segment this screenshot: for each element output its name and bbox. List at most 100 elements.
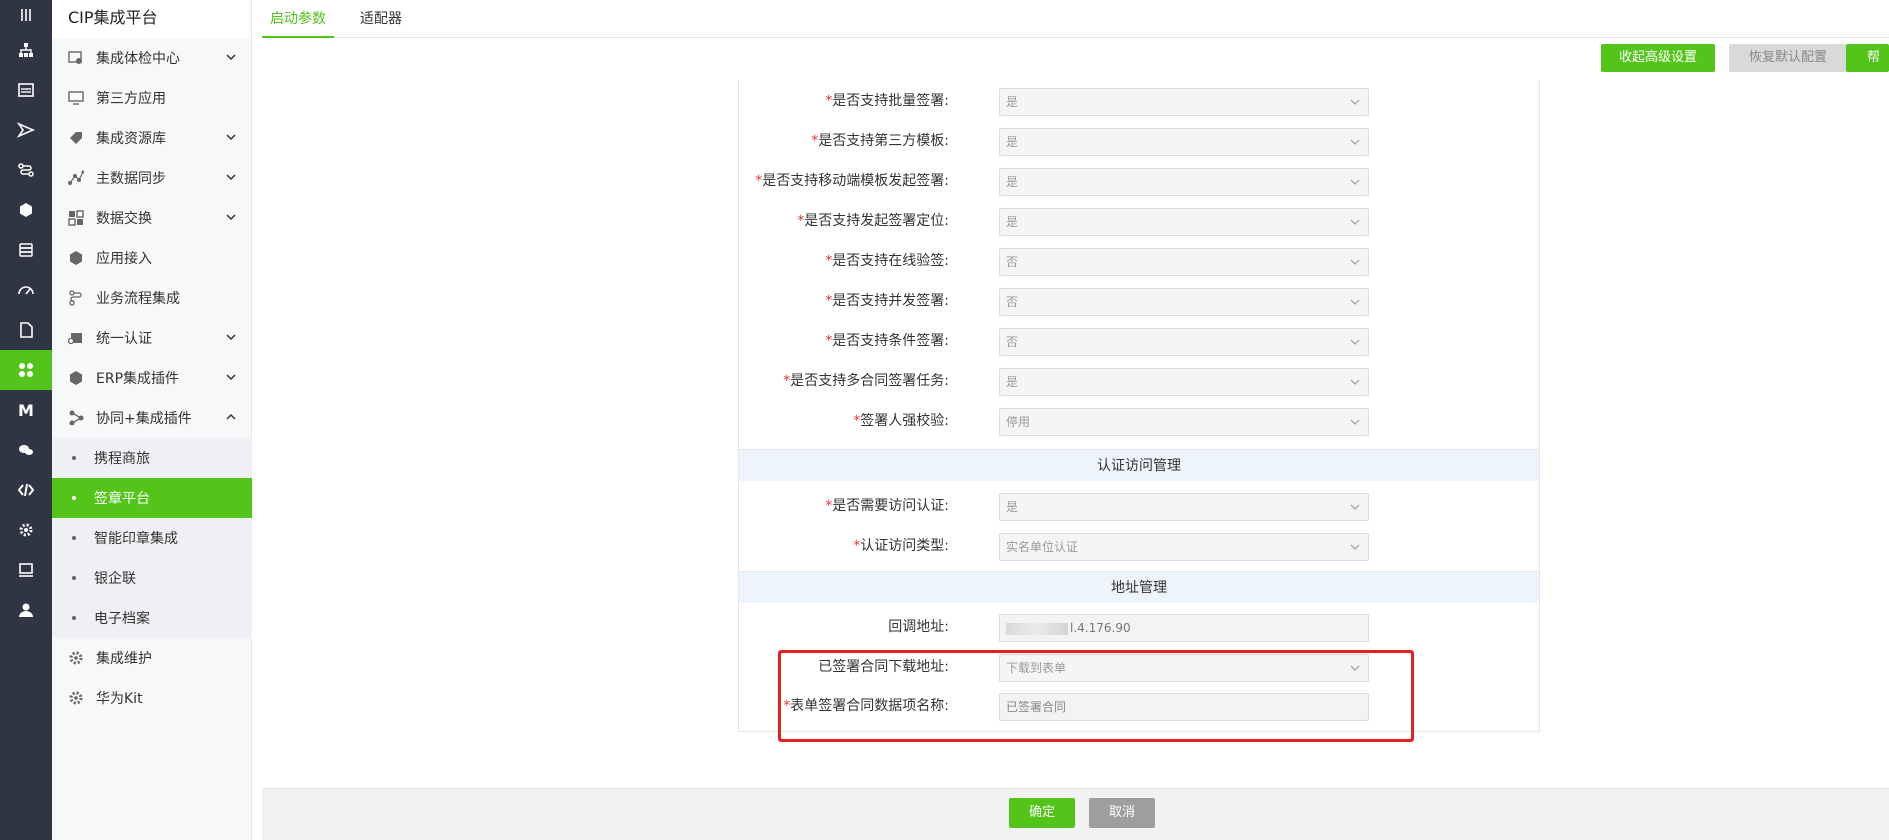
form-row-batch-sign: *是否支持批量签署: 是	[739, 80, 1539, 120]
sidebar-subitem-label: 银企联	[94, 571, 136, 587]
bullet-icon	[72, 536, 76, 540]
chevron-down-icon	[1350, 259, 1360, 265]
sidebar-title: CIP集成平台	[52, 0, 251, 38]
sidebar-item-app-access[interactable]: 应用接入	[52, 238, 252, 278]
chat-icon[interactable]	[0, 430, 52, 470]
tab-adapter[interactable]: 适配器	[352, 0, 410, 38]
concurrent-sign-select[interactable]: 否	[999, 288, 1369, 316]
config-form: *是否支持批量签署: 是 *是否支持第三方模板: 是 *是否支持移动端模板发起签…	[738, 80, 1540, 732]
desktop-icon	[66, 88, 86, 108]
erp-icon	[66, 368, 86, 388]
sidebar-item-huawei-kit[interactable]: 华为Kit	[52, 678, 252, 718]
need-auth-select[interactable]: 是	[999, 493, 1369, 521]
sign-position-select[interactable]: 是	[999, 208, 1369, 236]
help-button[interactable]: 帮助	[1846, 44, 1889, 72]
sidebar-item-unified-auth[interactable]: 统一认证	[52, 318, 252, 358]
sidebar-subitem-label: 电子档案	[94, 611, 150, 627]
chevron-down-icon	[226, 134, 236, 141]
sidebar-item-label: 业务流程集成	[96, 291, 180, 307]
chevron-down-icon	[226, 54, 236, 61]
confirm-button[interactable]: 确定	[1009, 798, 1075, 828]
form-row-callback-url: 回调地址: l.4.176.90	[739, 606, 1539, 646]
chevron-down-icon	[1350, 139, 1360, 145]
chevron-down-icon	[226, 214, 236, 221]
third-party-template-select[interactable]: 是	[999, 128, 1369, 156]
sidebar-item-master-data[interactable]: 主数据同步	[52, 158, 252, 198]
cube-icon	[66, 248, 86, 268]
highlight-box	[778, 650, 1414, 742]
sidebar-item-label: 华为Kit	[96, 691, 143, 707]
sidebar-item-third-party[interactable]: 第三方应用	[52, 78, 252, 118]
sidebar-subitem-label: 携程商旅	[94, 451, 150, 467]
form-row-multi-contract: *是否支持多合同签署任务: 是	[739, 360, 1539, 400]
cancel-button[interactable]: 取消	[1089, 798, 1155, 828]
sidebar-item-label: 主数据同步	[96, 171, 166, 187]
settings-icon[interactable]	[0, 510, 52, 550]
sidebar-item-label: ERP集成插件	[96, 371, 180, 387]
exchange-icon	[66, 208, 86, 228]
form-row-concurrent-sign: *是否支持并发签署: 否	[739, 280, 1539, 320]
auth-type-select[interactable]: 实名单位认证	[999, 533, 1369, 561]
document-icon[interactable]	[0, 310, 52, 350]
menu-icon[interactable]	[0, 0, 52, 30]
online-verify-select[interactable]: 否	[999, 248, 1369, 276]
sidebar-item-maintenance[interactable]: 集成维护	[52, 638, 252, 678]
chevron-down-icon	[226, 174, 236, 181]
signer-verify-select[interactable]: 停用	[999, 408, 1369, 436]
tab-startup-params[interactable]: 启动参数	[262, 0, 334, 38]
send-icon[interactable]	[0, 110, 52, 150]
bullet-icon	[72, 496, 76, 500]
tab-bar: 启动参数 适配器	[262, 0, 1889, 38]
chevron-up-icon	[226, 413, 236, 420]
dashboard-icon[interactable]	[0, 70, 52, 110]
sidebar-subitem-bank-link[interactable]: 银企联	[52, 558, 252, 598]
monitor-icon[interactable]	[0, 550, 52, 590]
code-icon[interactable]	[0, 470, 52, 510]
share-icon	[66, 408, 86, 428]
sidebar-item-label: 协同+集成插件	[96, 411, 192, 427]
mobile-template-select[interactable]: 是	[999, 168, 1369, 196]
sidebar-item-data-exchange[interactable]: 数据交换	[52, 198, 252, 238]
flow-icon[interactable]	[0, 150, 52, 190]
footer-bar	[262, 788, 1889, 840]
sync-icon	[66, 168, 86, 188]
restore-default-button[interactable]: 恢复默认配置	[1729, 44, 1847, 72]
sidebar-subitem-e-archive[interactable]: 电子档案	[52, 598, 252, 638]
batch-sign-select[interactable]: 是	[999, 88, 1369, 116]
database-icon[interactable]	[0, 230, 52, 270]
org-tree-icon[interactable]	[0, 30, 52, 70]
form-row-online-verify: *是否支持在线验签: 否	[739, 240, 1539, 280]
sidebar-item-process[interactable]: 业务流程集成	[52, 278, 252, 318]
plugin-icon[interactable]	[0, 350, 52, 390]
section-address: 地址管理	[739, 571, 1539, 603]
m-icon[interactable]: M	[0, 390, 52, 430]
form-row-third-party-template: *是否支持第三方模板: 是	[739, 120, 1539, 160]
sidebar-item-resource[interactable]: 集成资源库	[52, 118, 252, 158]
health-check-icon	[66, 48, 86, 68]
multi-contract-select[interactable]: 是	[999, 368, 1369, 396]
form-row-auth-type: *认证访问类型: 实名单位认证	[739, 525, 1539, 565]
gear-icon	[66, 688, 86, 708]
conditional-sign-select[interactable]: 否	[999, 328, 1369, 356]
bullet-icon	[72, 576, 76, 580]
callback-url-input[interactable]: l.4.176.90	[999, 614, 1369, 642]
speed-icon[interactable]	[0, 270, 52, 310]
chevron-down-icon	[1350, 419, 1360, 425]
sidebar-subitem-smart-seal[interactable]: 智能印章集成	[52, 518, 252, 558]
sidebar-item-label: 集成体检中心	[96, 51, 180, 67]
sidebar-item-collab-plugins[interactable]: 协同+集成插件	[52, 398, 252, 438]
sidebar-subitem-signature-platform[interactable]: 签章平台	[52, 478, 252, 518]
sidebar: CIP集成平台 集成体检中心 第三方应用 集成资源库 主数据同步 数据交换 应用…	[52, 0, 252, 840]
process-icon	[66, 288, 86, 308]
chevron-down-icon	[1350, 219, 1360, 225]
chevron-down-icon	[1350, 504, 1360, 510]
sidebar-item-label: 第三方应用	[96, 91, 166, 107]
chevron-down-icon	[1350, 99, 1360, 105]
cip-icon[interactable]	[0, 190, 52, 230]
sidebar-item-health-check[interactable]: 集成体检中心	[52, 38, 252, 78]
sidebar-subitem-label: 签章平台	[94, 491, 150, 507]
sidebar-subitem-ctrip[interactable]: 携程商旅	[52, 438, 252, 478]
user-icon[interactable]	[0, 590, 52, 630]
collapse-advanced-button[interactable]: 收起高级设置	[1601, 44, 1715, 72]
sidebar-item-erp[interactable]: ERP集成插件	[52, 358, 252, 398]
